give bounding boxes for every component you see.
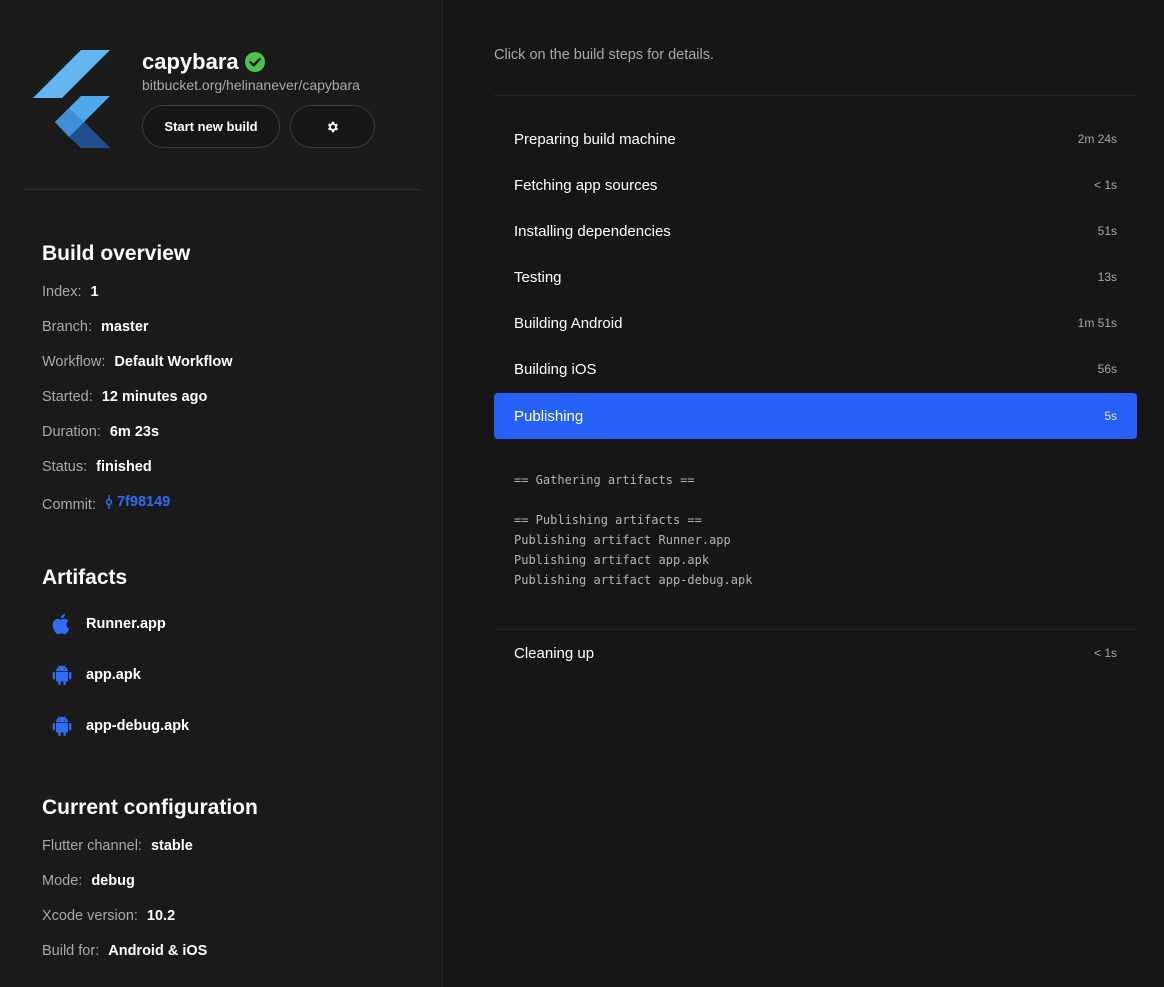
artifact-name: app.apk — [86, 667, 141, 683]
check-circle-icon — [244, 52, 265, 72]
step-label: Preparing build machine — [514, 130, 676, 148]
config-key: Flutter channel: — [42, 838, 142, 854]
step-duration: < 1s — [1093, 178, 1117, 192]
build-step-fetching-app-sources[interactable]: Fetching app sources < 1s — [494, 162, 1137, 208]
config-row-flutter-channel: Flutter channel: stable — [42, 838, 193, 854]
overview-key: Branch: — [42, 319, 92, 335]
step-label: Cleaning up — [514, 644, 595, 662]
step-duration: 51s — [1097, 224, 1117, 238]
overview-key: Started: — [42, 389, 93, 405]
app-repo-url[interactable]: bitbucket.org/helinanever/capybara — [142, 77, 360, 93]
artifact-name: Runner.app — [86, 616, 166, 632]
build-step-building-ios[interactable]: Building iOS 56s — [494, 346, 1137, 392]
overview-row-status: Status: finished — [42, 459, 152, 475]
config-value: Android & iOS — [108, 943, 208, 959]
git-commit-icon — [105, 495, 113, 509]
android-icon — [52, 715, 72, 737]
config-key: Mode: — [42, 873, 83, 889]
app-name: capybara — [142, 49, 239, 74]
overview-value: 6m 23s — [109, 424, 160, 440]
overview-row-index: Index: 1 — [42, 284, 99, 300]
build-overview-title: Build overview — [42, 242, 191, 265]
build-step-preparing-build-machine[interactable]: Preparing build machine 2m 24s — [494, 116, 1137, 162]
gear-icon — [327, 121, 338, 132]
commit-hash: 7f98149 — [116, 494, 171, 510]
overview-key: Index: — [42, 284, 82, 300]
step-duration: 2m 24s — [1077, 132, 1117, 146]
build-steps-hint: Click on the build steps for details. — [494, 47, 715, 63]
overview-value: 12 minutes ago — [101, 389, 208, 405]
step-duration: 1m 51s — [1077, 316, 1117, 330]
config-row-build-for: Build for: Android & iOS — [42, 943, 207, 959]
commit-link[interactable]: 7f98149 — [105, 494, 170, 510]
header-divider — [22, 189, 421, 190]
current-configuration-title: Current configuration — [42, 796, 258, 819]
android-icon — [52, 664, 72, 686]
build-step-building-android[interactable]: Building Android 1m 51s — [494, 300, 1137, 346]
build-step-testing[interactable]: Testing 13s — [494, 254, 1137, 300]
overview-row-duration: Duration: 6m 23s — [42, 424, 159, 440]
overview-key: Status: — [42, 459, 88, 475]
flutter-logo — [33, 50, 110, 148]
settings-button[interactable] — [290, 105, 375, 148]
publishing-log-output: == Gathering artifacts == == Publishing … — [514, 473, 753, 587]
overview-value: master — [100, 319, 149, 335]
config-key: Xcode version: — [42, 908, 138, 924]
overview-row-workflow: Workflow: Default Workflow — [42, 354, 233, 370]
overview-key: Duration: — [42, 424, 101, 440]
step-label: Building Android — [514, 314, 623, 332]
steps-top-divider — [494, 95, 1137, 96]
build-step-cleaning-up[interactable]: Cleaning up < 1s — [494, 630, 1137, 676]
artifact-app-apk[interactable]: app.apk — [50, 663, 141, 687]
overview-row-commit: Commit: 7f98149 — [42, 494, 170, 513]
overview-value: finished — [96, 459, 152, 475]
config-value: stable — [150, 838, 193, 854]
artifact-app-debug-apk[interactable]: app-debug.apk — [50, 714, 189, 738]
step-label: Installing dependencies — [514, 222, 671, 240]
step-duration: 5s — [1104, 409, 1117, 423]
build-step-installing-dependencies[interactable]: Installing dependencies 51s — [494, 208, 1137, 254]
artifact-runner-app[interactable]: Runner.app — [50, 612, 166, 636]
step-duration: < 1s — [1093, 646, 1117, 660]
build-step-publishing[interactable]: Publishing 5s — [494, 393, 1137, 439]
start-new-build-button[interactable]: Start new build — [142, 105, 280, 148]
overview-key: Workflow: — [42, 354, 106, 370]
overview-value: Default Workflow — [114, 354, 233, 370]
overview-value: 1 — [90, 284, 99, 300]
artifact-name: app-debug.apk — [86, 718, 190, 734]
config-row-mode: Mode: debug — [42, 873, 135, 889]
apple-icon — [52, 614, 70, 635]
step-duration: 56s — [1097, 362, 1117, 376]
build-steps-panel: Click on the build steps for details. Pr… — [444, 0, 1164, 987]
artifacts-title: Artifacts — [42, 566, 128, 589]
config-value: 10.2 — [146, 908, 176, 924]
step-label: Fetching app sources — [514, 176, 658, 194]
step-label: Publishing — [514, 407, 584, 425]
step-label: Building iOS — [514, 360, 597, 378]
config-value: debug — [91, 873, 135, 889]
app-header: capybara bitbucket.org/helinanever/capyb… — [0, 0, 443, 190]
sidebar: capybara bitbucket.org/helinanever/capyb… — [0, 0, 443, 987]
overview-row-started: Started: 12 minutes ago — [42, 389, 207, 405]
config-key: Build for: — [42, 943, 100, 959]
step-duration: 13s — [1097, 270, 1117, 284]
overview-row-branch: Branch: master — [42, 319, 149, 335]
config-row-xcode-version: Xcode version: 10.2 — [42, 908, 175, 924]
overview-key: Commit: — [42, 497, 96, 513]
app-title-row: capybara — [142, 49, 265, 75]
step-label: Testing — [514, 268, 562, 286]
